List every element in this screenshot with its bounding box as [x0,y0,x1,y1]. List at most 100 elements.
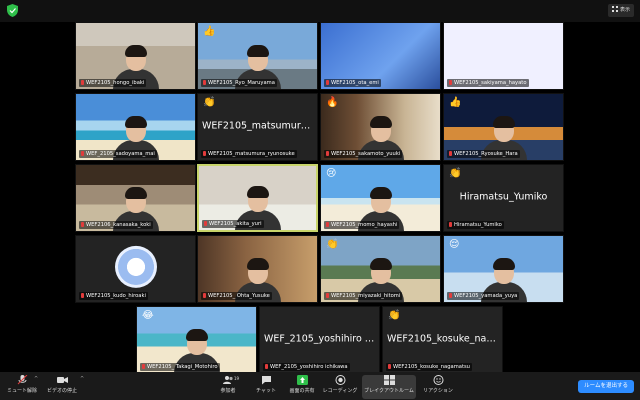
participant-tile[interactable]: 👏 WEF2105_miyazaki_hitomi [320,235,441,303]
muted-mic-icon [326,222,329,227]
grid-view-icon [611,6,618,12]
leave-room-button[interactable]: ルームを退出する [578,380,634,393]
participant-head [246,258,269,284]
participant-name-label: Hiramatsu_Yumiko [447,221,504,229]
participant-name-label: WEF2105_momo_hayashi [324,221,400,229]
muted-mic-icon [388,364,391,369]
participant-head [124,116,147,142]
participant-tile[interactable]: 😢 WEF2105_momo_hayashi [320,164,441,232]
reaction-emoji-icon: 😢 [326,168,337,179]
participant-display-name: Hiramatsu_Yumiko [459,191,548,203]
participant-head [369,116,392,142]
participant-name-label: WEF2105_sakamoto_yuuki [324,150,403,158]
participant-tile[interactable]: 😌 WEF2105_yamada_yuya [443,235,564,303]
chat-bubble-icon [261,376,271,385]
muted-mic-icon [326,151,329,156]
participant-display-name: WEF_2105_yoshihiro ichika... [264,333,379,345]
participant-tile[interactable]: WEF2105_kosuke_nagama... 👏 WEF2105_kosuke_… [382,306,503,374]
breakout-rooms-icon [383,375,395,385]
reaction-emoji-icon: 😂 [142,310,154,321]
participant-name-label: WEF2105_akita_yuri [202,220,264,228]
muted-mic-icon [203,80,206,85]
participant-tile[interactable]: WEF2105_kudo_hiroaki [75,235,196,303]
participant-name-label: WEF2106_kanasaka_koki [79,221,153,229]
participant-tile[interactable]: 🔥 WEF2105_sakamoto_yuuki [320,93,441,161]
muted-mic-icon [203,151,206,156]
muted-mic-icon [81,80,84,85]
participant-head [492,116,515,142]
reaction-emoji-icon: 🔥 [326,97,339,108]
participant-tile[interactable]: WEF2105_matsumura_ryu... 👏 WEF2105_matsumu… [197,93,318,161]
reaction-emoji-icon: 😌 [449,239,460,250]
participant-name-label: WEF2105_Ryosuke_Hara [447,150,520,158]
muted-mic-icon [449,80,452,85]
participant-display-name: WEF2105_matsumura_ryu... [202,120,317,132]
participant-hair [369,116,392,128]
muted-mic-icon [81,151,84,156]
participant-tile[interactable]: WEF2105_hongo_ibaki [75,22,196,90]
reaction-emoji-icon: 👏 [388,310,401,321]
participants-icon [222,376,233,384]
participant-hair [185,329,208,341]
participant-hair [124,116,147,128]
profile-picture [114,245,157,288]
participant-tile[interactable]: 👍 WEF2105_Ryosuke_Hara [443,93,564,161]
participant-hair [369,258,392,270]
participant-tile[interactable]: 😂 WEF2105_ Takagi_Motohiro [136,306,257,374]
participant-name-label: WEF2105_kosuke_nagamatsu [386,363,472,371]
mute-options-caret-icon[interactable]: ^ [34,376,38,382]
reaction-emoji-icon: 👍 [449,97,462,108]
reactions-button[interactable]: リアクション [416,375,460,399]
participant-tile[interactable]: WEF_2105_sadoyama_mai [75,93,196,161]
participant-tile[interactable]: WEF_2105_yoshihiro ichika... WEF_2105_yos… [259,306,380,374]
muted-mic-icon [81,293,84,298]
muted-mic-icon [326,80,329,85]
security-shield-icon[interactable] [7,4,18,17]
participant-tile[interactable]: 👍 WEF2105_Ryo_Maruyama [197,22,318,90]
participant-head [185,329,208,355]
muted-mic-icon [265,364,268,369]
microphone-icon [17,375,27,385]
participant-tile[interactable]: WEF2105_akita_yuri [197,164,318,232]
muted-mic-icon [142,364,145,369]
participant-head [492,258,515,284]
participant-name-label: WEF2105_matsumura_ryunosuke [201,150,297,158]
breakout-rooms-button[interactable]: ブレイクアウトルーム [362,375,416,399]
video-camera-icon [56,377,68,383]
participant-tile[interactable]: WEF2106_kanasaka_koki [75,164,196,232]
view-button[interactable]: 表示 [607,4,634,17]
record-button[interactable]: レコーディング [318,375,362,399]
share-screen-icon [296,375,308,385]
participant-head [246,186,269,212]
participant-head [246,45,269,71]
reaction-emoji-icon: 👏 [326,239,339,250]
muted-mic-icon [449,293,452,298]
video-options-caret-icon[interactable]: ^ [80,376,84,382]
participant-name-label: WEF2105_ota_emi [324,79,381,87]
participant-hair [492,116,515,128]
record-icon [335,375,345,385]
participant-hair [246,45,269,57]
reaction-emoji-icon: 👏 [203,97,216,108]
participant-hair [246,258,269,270]
participant-head [369,258,392,284]
participant-name-label: WEF2105_hongo_ibaki [79,79,147,87]
participant-name-label: WEF2105_yamada_yuya [447,292,520,300]
muted-mic-icon [204,221,207,226]
stop-video-button[interactable]: ビデオの停止 [40,375,84,399]
participant-tile[interactable]: WEF2105_sakiyama_hayato [443,22,564,90]
participants-count: 19 [234,376,240,381]
participant-hair [124,45,147,57]
participant-tile[interactable]: WEF2105_ Ohta_Yusuke [197,235,318,303]
participant-name-label: WEF_2105_sadoyama_mai [79,150,157,158]
participant-tile[interactable]: WEF2105_ota_emi [320,22,441,90]
participant-head [369,187,392,213]
participant-hair [369,187,392,199]
muted-mic-icon [449,151,452,156]
participant-name-label: WEF2105_kudo_hiroaki [79,292,148,300]
meeting-toolbar: ミュート解除 ^ ビデオの停止 ^ 19 参加者 チャット 画面の共有 レコーデ… [0,372,640,400]
gallery-grid: WEF2105_hongo_ibaki 👍 WEF2105_Ryo_Maruyama… [0,22,640,374]
participant-tile[interactable]: Hiramatsu_Yumiko 👏 Hiramatsu_Yumiko [443,164,564,232]
participant-name-label: WEF2105_ Ohta_Yusuke [201,292,272,300]
participant-head [124,187,147,213]
